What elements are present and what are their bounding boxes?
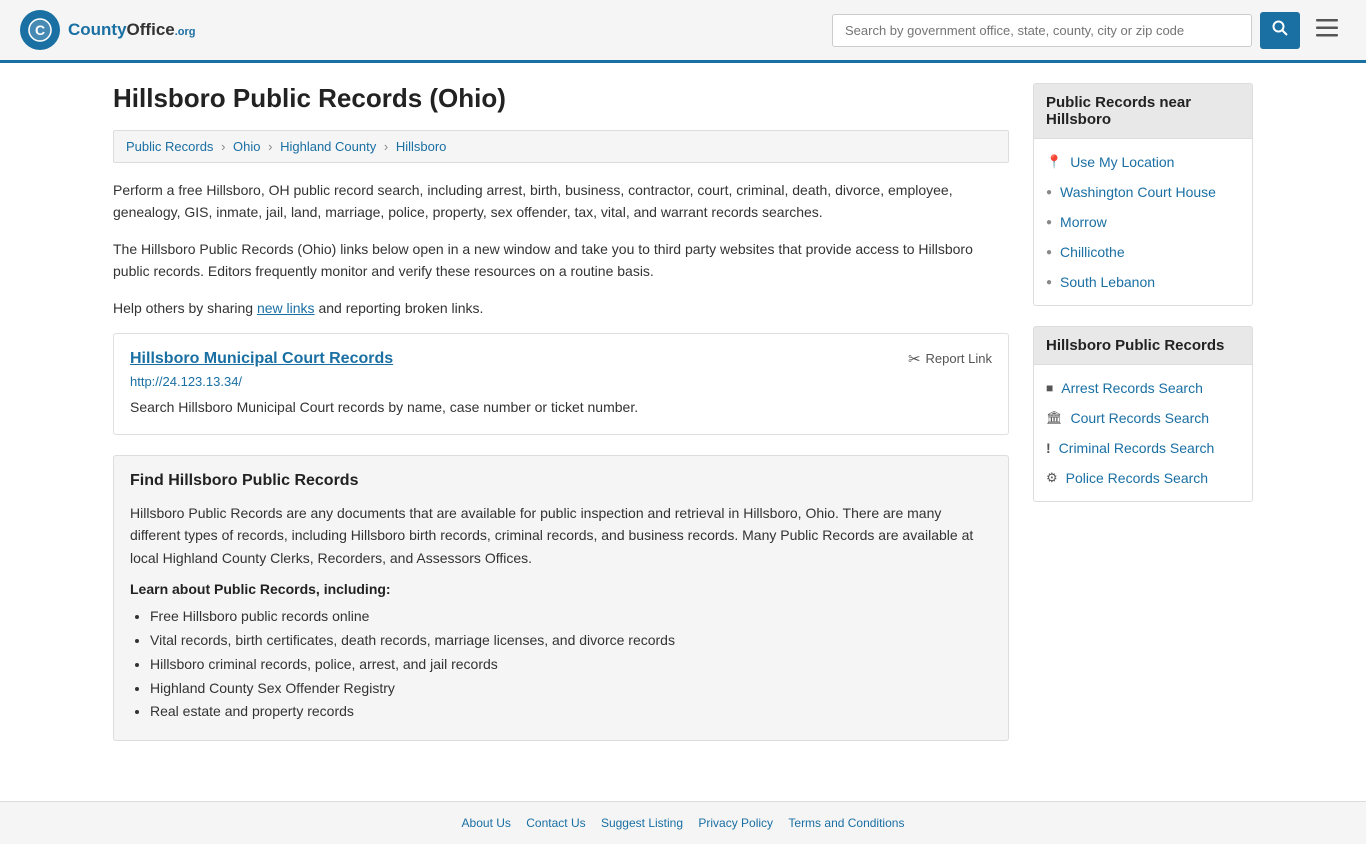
sidebar-item-label: Arrest Records Search — [1061, 380, 1203, 396]
record-card-url[interactable]: http://24.123.13.34/ — [130, 374, 992, 389]
sidebar-nearby-body: 📍 Use My Location ● Washington Court Hou… — [1033, 138, 1253, 306]
find-section-subtitle: Learn about Public Records, including: — [130, 581, 992, 597]
report-link-label: Report Link — [926, 351, 992, 366]
sidebar-records-body: ■ Arrest Records Search 🏛 Court Records … — [1033, 364, 1253, 502]
main-container: Hillsboro Public Records (Ohio) Public R… — [93, 63, 1273, 781]
footer: About Us Contact Us Suggest Listing Priv… — [0, 801, 1366, 844]
sidebar-item-label: South Lebanon — [1060, 274, 1155, 290]
breadcrumb-sep2: › — [268, 139, 272, 154]
arrest-icon: ■ — [1046, 381, 1053, 395]
sidebar-item-label: Police Records Search — [1066, 470, 1208, 486]
sidebar: Public Records near Hillsboro 📍 Use My L… — [1033, 83, 1253, 761]
sidebar-item-morrow[interactable]: ● Morrow — [1034, 207, 1252, 237]
footer-about[interactable]: About Us — [462, 816, 511, 830]
new-links-link[interactable]: new links — [257, 300, 315, 316]
scissors-icon: ✂ — [908, 350, 921, 368]
desc3-post: and reporting broken links. — [315, 300, 484, 316]
sidebar-nearby-title: Public Records near Hillsboro — [1033, 83, 1253, 138]
sidebar-item-label: Chillicothe — [1060, 244, 1125, 260]
link-icon: ● — [1046, 247, 1052, 258]
header: C CountyOffice.org — [0, 0, 1366, 63]
content: Hillsboro Public Records (Ohio) Public R… — [113, 83, 1009, 761]
description-2: The Hillsboro Public Records (Ohio) link… — [113, 238, 1009, 283]
breadcrumb-sep3: › — [384, 139, 388, 154]
sidebar-nearby-section: Public Records near Hillsboro 📍 Use My L… — [1033, 83, 1253, 306]
sidebar-item-chillicothe[interactable]: ● Chillicothe — [1034, 237, 1252, 267]
footer-privacy[interactable]: Privacy Policy — [698, 816, 773, 830]
desc3-pre: Help others by sharing — [113, 300, 257, 316]
sidebar-item-court-records[interactable]: 🏛 Court Records Search — [1034, 403, 1252, 433]
sidebar-item-washington-court-house[interactable]: ● Washington Court House — [1034, 177, 1252, 207]
sidebar-item-label: Use My Location — [1070, 154, 1174, 170]
sidebar-records-section: Hillsboro Public Records ■ Arrest Record… — [1033, 326, 1253, 502]
sidebar-item-criminal-records[interactable]: ! Criminal Records Search — [1034, 433, 1252, 463]
footer-contact[interactable]: Contact Us — [526, 816, 585, 830]
sidebar-item-south-lebanon[interactable]: ● South Lebanon — [1034, 267, 1252, 297]
logo-label: CountyOffice.org — [68, 20, 196, 39]
search-button[interactable] — [1260, 12, 1300, 49]
logo-text-container: CountyOffice.org — [68, 20, 196, 40]
breadcrumb-public-records[interactable]: Public Records — [126, 139, 213, 154]
search-input[interactable] — [832, 14, 1252, 47]
sidebar-item-label: Washington Court House — [1060, 184, 1216, 200]
record-card-title[interactable]: Hillsboro Municipal Court Records — [130, 350, 393, 368]
list-item: Vital records, birth certificates, death… — [150, 629, 992, 653]
report-link-button[interactable]: ✂ Report Link — [908, 350, 992, 368]
description-1: Perform a free Hillsboro, OH public reco… — [113, 179, 1009, 224]
list-item: Free Hillsboro public records online — [150, 605, 992, 629]
sidebar-item-arrest-records[interactable]: ■ Arrest Records Search — [1034, 373, 1252, 403]
find-section-title: Find Hillsboro Public Records — [130, 472, 992, 490]
find-section-text: Hillsboro Public Records are any documen… — [130, 502, 992, 569]
breadcrumb-ohio[interactable]: Ohio — [233, 139, 260, 154]
sidebar-item-police-records[interactable]: ⚙ Police Records Search — [1034, 463, 1252, 493]
breadcrumb: Public Records › Ohio › Highland County … — [113, 130, 1009, 163]
list-item: Hillsboro criminal records, police, arre… — [150, 653, 992, 677]
breadcrumb-sep1: › — [221, 139, 225, 154]
record-card-desc: Search Hillsboro Municipal Court records… — [130, 397, 992, 418]
link-icon: ● — [1046, 187, 1052, 198]
menu-button[interactable] — [1308, 13, 1346, 47]
find-section-list: Free Hillsboro public records online Vit… — [130, 605, 992, 724]
footer-suggest[interactable]: Suggest Listing — [601, 816, 683, 830]
exclamation-icon: ! — [1046, 440, 1051, 456]
location-icon: 📍 — [1046, 154, 1062, 170]
list-item: Highland County Sex Offender Registry — [150, 677, 992, 701]
footer-terms[interactable]: Terms and Conditions — [788, 816, 904, 830]
logo-icon: C — [20, 10, 60, 50]
sidebar-item-use-my-location[interactable]: 📍 Use My Location — [1034, 147, 1252, 177]
link-icon: ● — [1046, 217, 1052, 228]
sidebar-item-label: Court Records Search — [1071, 410, 1210, 426]
list-item: Real estate and property records — [150, 700, 992, 724]
breadcrumb-hillsboro[interactable]: Hillsboro — [396, 139, 447, 154]
police-icon: ⚙ — [1046, 470, 1058, 486]
breadcrumb-highland[interactable]: Highland County — [280, 139, 376, 154]
logo-area: C CountyOffice.org — [20, 10, 196, 50]
sidebar-item-label: Criminal Records Search — [1059, 440, 1215, 456]
page-title: Hillsboro Public Records (Ohio) — [113, 83, 1009, 114]
find-section: Find Hillsboro Public Records Hillsboro … — [113, 455, 1009, 741]
court-icon: 🏛 — [1046, 410, 1063, 426]
link-icon: ● — [1046, 277, 1052, 288]
sidebar-item-label: Morrow — [1060, 214, 1107, 230]
sidebar-records-title: Hillsboro Public Records — [1033, 326, 1253, 364]
description-3: Help others by sharing new links and rep… — [113, 297, 1009, 319]
search-area — [832, 12, 1346, 49]
record-card-header: Hillsboro Municipal Court Records ✂ Repo… — [130, 350, 992, 368]
svg-text:C: C — [35, 22, 45, 38]
record-card: Hillsboro Municipal Court Records ✂ Repo… — [113, 333, 1009, 435]
